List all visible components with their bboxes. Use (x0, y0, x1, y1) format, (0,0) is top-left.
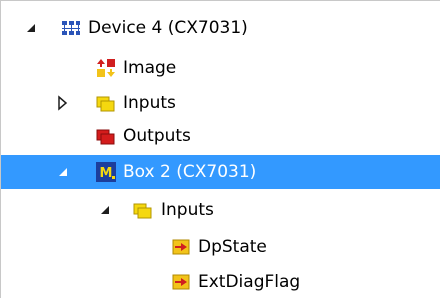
input-variable-icon (171, 237, 191, 257)
tree-item-label: Inputs (161, 200, 214, 220)
tree-item-box-2-inputs[interactable]: Inputs (1, 193, 440, 227)
expanded-arrow-icon[interactable] (55, 164, 71, 180)
tree-item-device-4[interactable]: Device 4 (CX7031) (1, 11, 440, 45)
box-module-icon: M (96, 162, 116, 182)
tree-item-label: Image (123, 58, 177, 78)
input-variable-icon (171, 272, 191, 292)
solution-tree: Device 4 (CX7031) Image Inputs Outputs M… (0, 0, 440, 298)
device-network-icon (61, 18, 81, 38)
tree-item-box-2[interactable]: M Box 2 (CX7031) (1, 155, 440, 189)
tree-item-inputs[interactable]: Inputs (1, 86, 440, 120)
tree-item-label: Outputs (123, 126, 191, 146)
image-icon (96, 58, 116, 78)
tree-item-extdiagflag[interactable]: ExtDiagFlag (1, 265, 440, 299)
expanded-arrow-icon[interactable] (23, 20, 39, 36)
svg-text:M: M (100, 166, 113, 181)
tree-item-label: ExtDiagFlag (198, 272, 301, 292)
collapsed-arrow-icon[interactable] (55, 95, 71, 111)
tree-item-image[interactable]: Image (1, 51, 440, 85)
inputs-folder-icon (96, 93, 116, 113)
tree-item-label: DpState (198, 237, 267, 257)
tree-item-label: Box 2 (CX7031) (123, 162, 257, 182)
outputs-folder-icon (96, 126, 116, 146)
tree-item-label: Inputs (123, 93, 176, 113)
tree-item-dpstate[interactable]: DpState (1, 230, 440, 264)
expanded-arrow-icon[interactable] (97, 202, 113, 218)
tree-item-label: Device 4 (CX7031) (88, 18, 248, 38)
inputs-folder-icon (133, 200, 153, 220)
tree-item-outputs[interactable]: Outputs (1, 119, 440, 153)
